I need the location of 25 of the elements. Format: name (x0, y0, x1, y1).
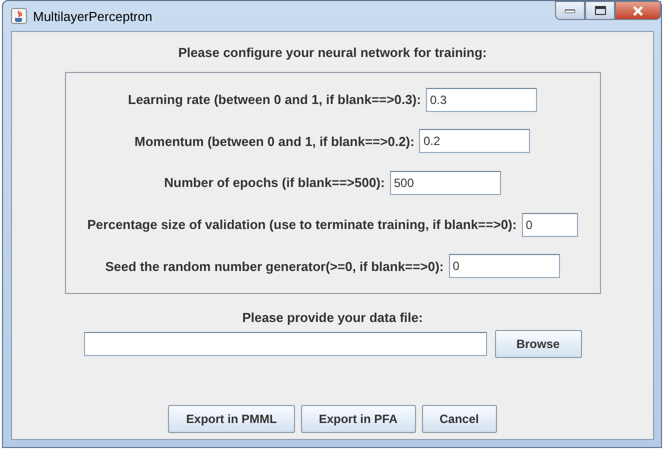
input-field[interactable]: 0 (448, 254, 560, 278)
field-label: Seed the random number generator(>=0, if blank==>0): (105, 258, 444, 274)
field-label: Percentage size of validation (use to terminate training, if blank==>0): (87, 217, 517, 232)
heading: Please configure your neural network for training: (178, 45, 487, 60)
minimize-button[interactable] (555, 1, 585, 20)
input-field[interactable]: 0.3 (426, 88, 537, 112)
action-button[interactable]: Cancel (422, 405, 497, 433)
action-button[interactable]: Export in PMML (168, 405, 295, 433)
input-field[interactable]: 500 (390, 170, 501, 195)
action-button[interactable]: Export in PFA (300, 405, 416, 433)
field-label: Learning rate (between 0 and 1, if blank==>0.3): (128, 92, 421, 108)
close-button[interactable] (615, 1, 661, 20)
maximize-icon (594, 6, 606, 15)
window-title: MultilayerPerceptron (33, 8, 152, 24)
input-field[interactable]: 0 (522, 212, 578, 237)
close-icon (632, 6, 644, 16)
file-label: Please provide your data file: (242, 310, 423, 325)
minimize-icon (565, 8, 575, 12)
maximize-button[interactable] (585, 1, 615, 20)
input-field[interactable]: 0.2 (419, 129, 530, 154)
field-label: Momentum (between 0 and 1, if blank==>0.2): (134, 134, 414, 149)
field-label: Number of epochs (if blank==>500): (164, 175, 385, 190)
file-path-field[interactable] (84, 332, 486, 356)
browse-button[interactable]: Browse (494, 330, 582, 358)
cup-icon (11, 8, 27, 24)
